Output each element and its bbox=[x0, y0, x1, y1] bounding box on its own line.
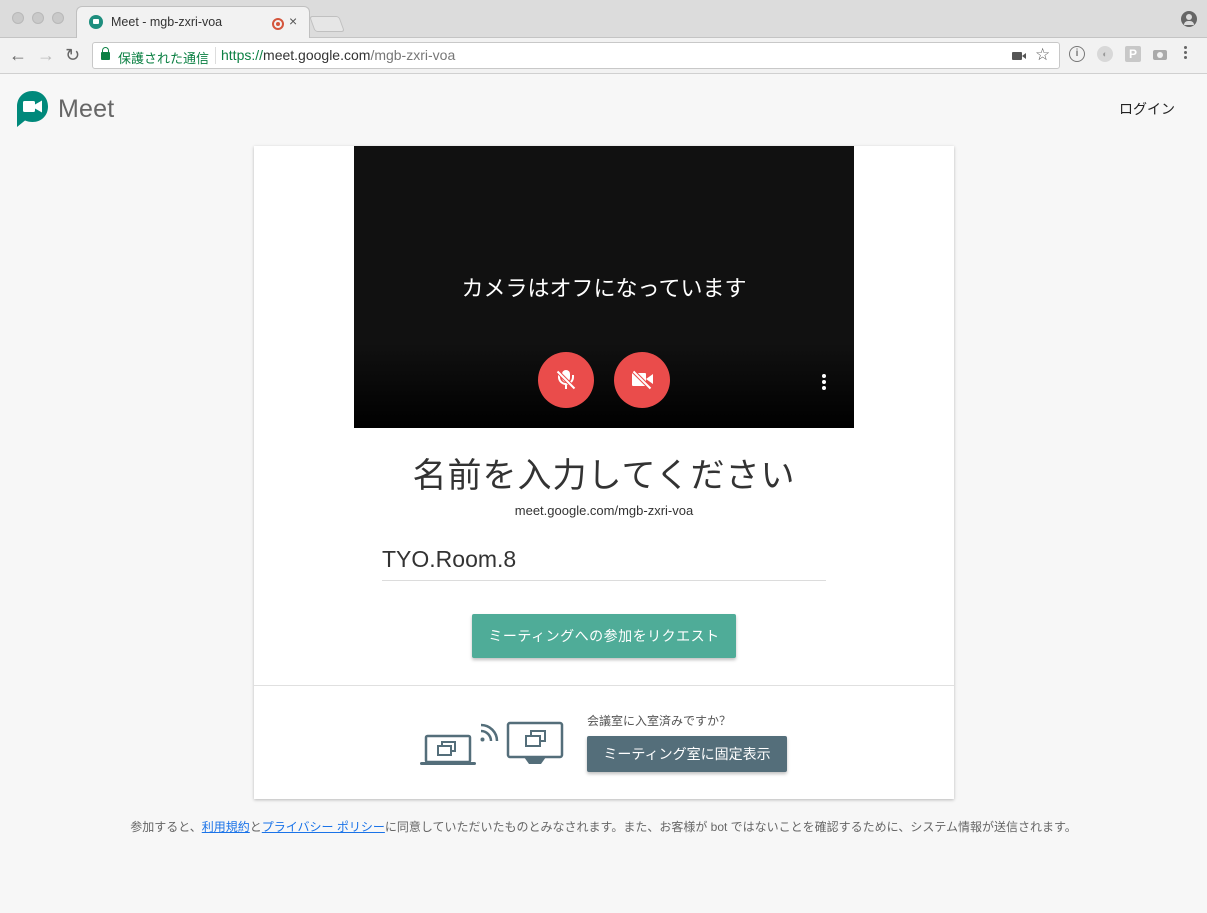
forward-arrow-icon[interactable]: → bbox=[37, 45, 55, 65]
info-extension-icon[interactable]: i bbox=[1069, 46, 1085, 62]
window-zoom-button[interactable] bbox=[52, 12, 64, 24]
meeting-url: meet.google.com/mgb-zxri-voa bbox=[514, 503, 694, 518]
browser-tab-bar: Meet - mgb-zxri-voa × bbox=[0, 0, 1207, 39]
back-arrow-icon[interactable]: ← bbox=[9, 45, 27, 65]
reload-icon[interactable]: ↻ bbox=[65, 45, 80, 65]
login-link[interactable]: ログイン bbox=[1119, 99, 1175, 119]
browser-tab[interactable]: Meet - mgb-zxri-voa × bbox=[76, 6, 310, 39]
screenshot-extension-icon[interactable] bbox=[1152, 46, 1168, 62]
p-extension-icon[interactable]: P bbox=[1125, 46, 1141, 62]
terms-footer: 参加すると、利用規約とプライバシー ポリシーに同意していただいたものとみなされま… bbox=[130, 820, 1077, 834]
tab-close-icon[interactable]: × bbox=[289, 13, 297, 29]
camera-toggle-button[interactable] bbox=[614, 352, 670, 408]
security-label[interactable]: 保護された通信 bbox=[118, 48, 209, 67]
room-question: 会議室に入室済みですか？ bbox=[587, 714, 732, 728]
meet-logo-icon bbox=[16, 90, 49, 129]
video-preview: カメラはオフになっています bbox=[354, 146, 854, 428]
browser-menu-icon[interactable] bbox=[1184, 46, 1188, 61]
page-title: 名前を入力してください bbox=[412, 457, 796, 495]
browser-toolbar: ← → ↻ 保護された通信 https://meet.google.com/mg… bbox=[0, 38, 1207, 74]
profile-icon[interactable] bbox=[1181, 11, 1197, 27]
privacy-policy-link[interactable]: プライバシー ポリシー bbox=[262, 820, 385, 834]
card-divider bbox=[254, 685, 954, 686]
present-to-room-button[interactable]: ミーティング室に固定表示 bbox=[587, 736, 787, 772]
window-close-button[interactable] bbox=[12, 12, 24, 24]
request-to-join-button[interactable]: ミーティングへの参加をリクエスト bbox=[472, 614, 736, 658]
url-text[interactable]: https://meet.google.com/mgb-zxri-voa bbox=[221, 47, 455, 63]
terms-link[interactable]: 利用規約 bbox=[202, 820, 250, 834]
swirl-extension-icon[interactable]: ◐ bbox=[1097, 46, 1113, 62]
window-minimize-button[interactable] bbox=[32, 12, 44, 24]
address-divider bbox=[215, 47, 216, 64]
bookmark-star-icon[interactable]: ☆ bbox=[1035, 45, 1050, 65]
meet-logo[interactable]: Meet bbox=[16, 90, 114, 129]
recording-indicator-icon bbox=[272, 18, 284, 30]
meet-logo-text: Meet bbox=[58, 95, 115, 123]
camera-off-message: カメラはオフになっています bbox=[461, 276, 747, 301]
join-card: カメラはオフになっています 名前を入力してください meet.google.co… bbox=[254, 146, 954, 799]
cast-to-room-illustration-icon bbox=[420, 721, 564, 765]
lock-icon bbox=[101, 47, 110, 60]
more-options-icon[interactable] bbox=[822, 374, 826, 392]
new-tab-button[interactable] bbox=[309, 16, 345, 32]
microphone-toggle-button[interactable] bbox=[538, 352, 594, 408]
camera-permission-icon[interactable] bbox=[1012, 52, 1026, 60]
address-bar[interactable]: 保護された通信 https://meet.google.com/mgb-zxri… bbox=[92, 42, 1060, 69]
name-input[interactable] bbox=[382, 539, 826, 581]
meet-favicon-icon bbox=[89, 15, 103, 29]
tab-title: Meet - mgb-zxri-voa bbox=[111, 15, 223, 29]
